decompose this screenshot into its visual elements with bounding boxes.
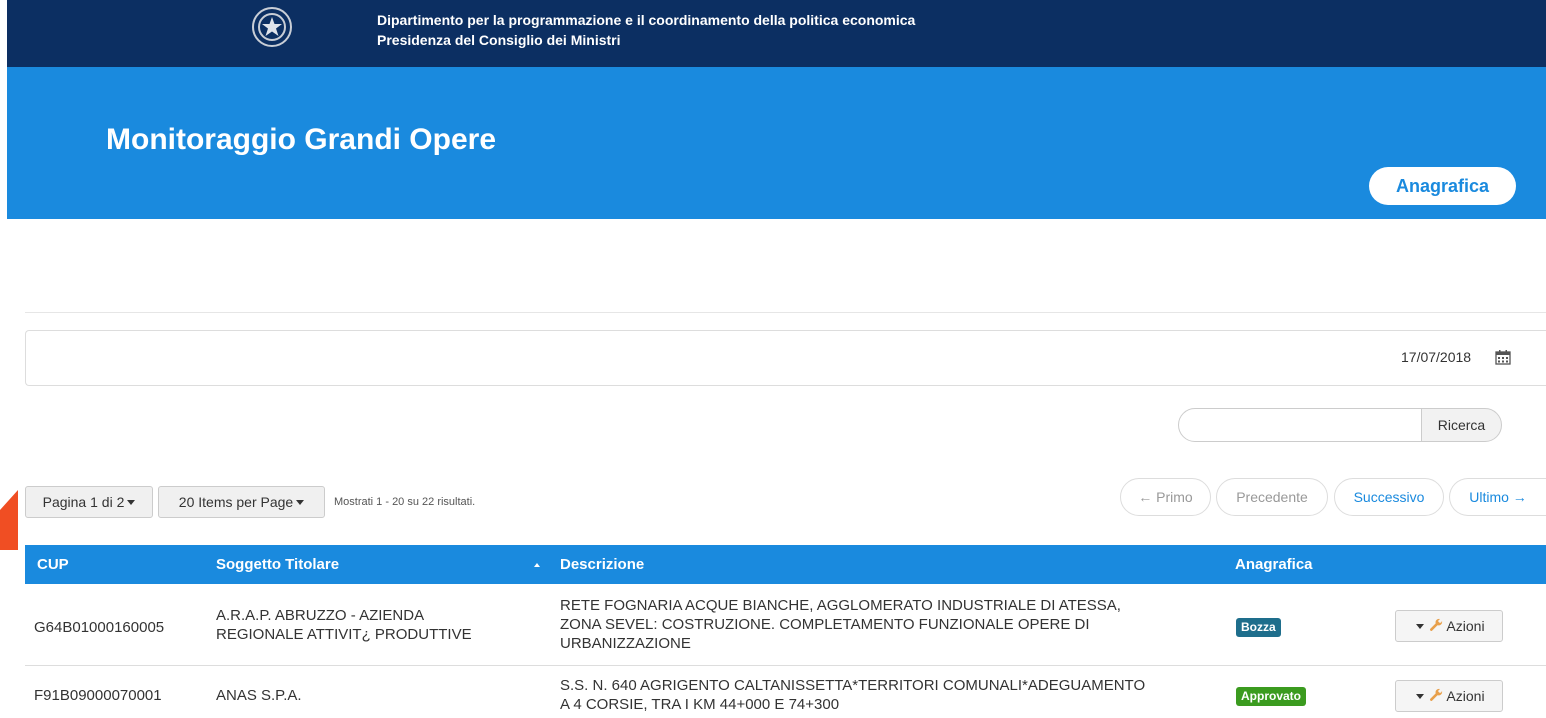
last-page-button[interactable]: Ultimo → xyxy=(1449,478,1546,516)
soggetto-line: A.R.A.P. ABRUZZO - AZIENDA xyxy=(216,607,425,624)
column-header-cup[interactable]: CUP xyxy=(37,556,69,573)
items-per-page-label: 20 Items per Page xyxy=(178,494,294,510)
page-title: Monitoraggio Grandi Opere xyxy=(106,123,497,156)
results-summary: Mostrati 1 - 20 su 22 risultati. xyxy=(334,496,476,508)
actions-dropdown-button[interactable]: Azioni xyxy=(1395,680,1503,712)
first-page-button[interactable]: ← Primo xyxy=(1120,478,1211,516)
department-line-2: Presidenza del Consiglio dei Ministri xyxy=(377,32,621,48)
government-topbar: Dipartimento per la programmazione e il … xyxy=(7,0,1546,67)
descrizione-line: S.S. N. 640 AGRIGENTO CALTANISSETTA*TERR… xyxy=(560,677,1146,694)
date-value[interactable]: 17/07/2018 xyxy=(1401,349,1471,365)
table-row: G64B01000160005 A.R.A.P. ABRUZZO - AZIEN… xyxy=(25,584,1546,666)
anagrafica-button[interactable]: Anagrafica xyxy=(1369,167,1516,205)
page-selector-button[interactable]: Pagina 1 di 2 xyxy=(25,486,153,518)
hero-banner: Monitoraggio Grandi Opere Anagrafica xyxy=(7,67,1546,219)
caret-down-icon xyxy=(1416,693,1425,699)
search-input[interactable] xyxy=(1178,408,1422,442)
caret-down-icon xyxy=(296,499,305,505)
search-button[interactable]: Ricerca xyxy=(1421,408,1502,442)
caret-down-icon xyxy=(1416,623,1425,629)
descrizione-line: URBANIZZAZIONE xyxy=(560,635,691,652)
sort-ascending-icon[interactable] xyxy=(534,563,540,567)
items-per-page-button[interactable]: 20 Items per Page xyxy=(158,486,325,518)
column-header-anagrafica[interactable]: Anagrafica xyxy=(1235,556,1313,573)
table-row: F91B09000070001 ANAS S.P.A. S.S. N. 640 … xyxy=(25,666,1546,718)
wrench-icon xyxy=(1430,688,1443,701)
descrizione-cell: S.S. N. 640 AGRIGENTO CALTANISSETTA*TERR… xyxy=(560,676,1145,714)
cup-cell: F91B09000070001 xyxy=(34,687,162,704)
republic-emblem-icon xyxy=(252,7,292,47)
caret-down-icon xyxy=(127,499,136,505)
actions-label: Azioni xyxy=(1446,618,1485,634)
actions-label: Azioni xyxy=(1446,688,1485,704)
cup-cell: G64B01000160005 xyxy=(34,619,165,636)
department-line-1: Dipartimento per la programmazione e il … xyxy=(377,12,916,28)
annotation-arrow-icon xyxy=(0,490,18,550)
descrizione-line: A 4 CORSIE, TRA I KM 44+000 E 74+300 xyxy=(560,696,840,713)
descrizione-line: RETE FOGNARIA ACQUE BIANCHE, AGGLOMERATO… xyxy=(560,597,1121,614)
date-filter-panel: 17/07/2018 xyxy=(25,330,1546,386)
department-name: Dipartimento per la programmazione e il … xyxy=(377,10,915,50)
column-header-soggetto[interactable]: Soggetto Titolare xyxy=(216,556,339,573)
soggetto-line: REGIONALE ATTIVIT¿ PRODUTTIVE xyxy=(216,626,472,643)
wrench-icon xyxy=(1430,618,1443,631)
page-selector-label: Pagina 1 di 2 xyxy=(42,494,125,510)
actions-dropdown-button[interactable]: Azioni xyxy=(1395,610,1503,642)
previous-page-button[interactable]: Precedente xyxy=(1216,478,1328,516)
soggetto-cell: A.R.A.P. ABRUZZO - AZIENDA REGIONALE ATT… xyxy=(216,606,472,644)
descrizione-line: ZONA SEVEL: COSTRUZIONE. COMPLETAMENTO F… xyxy=(560,616,1090,633)
soggetto-cell: ANAS S.P.A. xyxy=(216,687,302,704)
status-badge: Approvato xyxy=(1236,687,1306,706)
divider xyxy=(25,312,1546,313)
column-header-descrizione[interactable]: Descrizione xyxy=(560,556,644,573)
table-header: CUP Soggetto Titolare Descrizione Anagra… xyxy=(25,545,1546,584)
status-badge: Bozza xyxy=(1236,618,1281,637)
descrizione-cell: RETE FOGNARIA ACQUE BIANCHE, AGGLOMERATO… xyxy=(560,596,1121,653)
calendar-icon[interactable] xyxy=(1495,349,1511,365)
next-page-button[interactable]: Successivo xyxy=(1334,478,1444,516)
